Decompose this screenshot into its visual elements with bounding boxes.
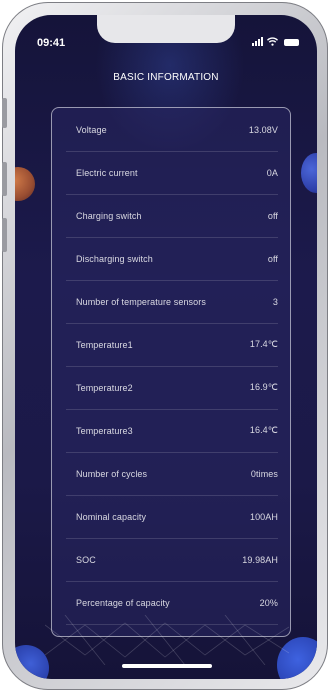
row-soc: SOC 19.98AH [52,538,290,581]
status-time: 09:41 [37,37,66,49]
row-value: 16.9℃ [249,382,278,392]
row-temperature3: Temperature3 16.4℃ [52,409,290,452]
row-label: Nominal capacity [76,511,147,522]
row-label: Charging switch [76,210,142,221]
row-value: off [267,210,278,221]
row-label: Percentage of capacity [76,597,170,608]
row-label: Temperature3 [76,425,133,436]
row-label: Temperature2 [76,382,133,393]
row-label: Temperature1 [76,339,133,350]
row-nominal-capacity: Nominal capacity 100AH [52,495,290,538]
row-voltage: Voltage 13.08V [52,108,290,151]
wifi-icon [267,37,278,46]
volume-up-button [2,162,7,196]
row-charging-switch: Charging switch off [52,194,290,237]
screen: 09:41 BASIC INFORMATION Voltage 13.08V E… [15,15,317,679]
row-label: Number of cycles [76,468,148,479]
row-value: 0A [266,167,278,178]
row-value: 16.4℃ [249,425,278,435]
row-value: off [267,253,278,264]
row-label: Voltage [76,124,107,135]
row-temperature-sensors: Number of temperature sensors 3 [52,280,290,323]
phone-frame: 09:41 BASIC INFORMATION Voltage 13.08V E… [2,2,328,690]
row-value: 20% [259,597,278,608]
row-temperature2: Temperature2 16.9℃ [52,366,290,409]
decor-orb-right [301,153,317,193]
signal-icon [252,37,263,46]
volume-down-button [2,218,7,252]
decor-orb-left [15,167,35,201]
row-cycles: Number of cycles 0times [52,452,290,495]
row-value: 100AH [249,511,278,522]
row-label: SOC [76,554,96,565]
row-label: Discharging switch [76,253,153,264]
row-value: 17.4℃ [249,339,278,349]
notch [97,15,235,43]
decor-orb-bottom-left [15,645,49,679]
row-value: 19.98AH [242,554,278,565]
row-label: Number of temperature sensors [76,296,206,307]
row-electric-current: Electric current 0A [52,151,290,194]
row-value: 13.08V [248,124,278,135]
home-indicator[interactable] [122,664,212,668]
decor-mesh [45,615,289,665]
row-temperature1: Temperature1 17.4℃ [52,323,290,366]
page-title: BASIC INFORMATION [113,72,219,83]
info-card: Voltage 13.08V Electric current 0A Charg… [51,107,291,637]
mute-switch [2,98,7,128]
row-label: Electric current [76,167,138,178]
battery-icon [284,39,299,46]
status-icons [252,37,299,46]
row-discharging-switch: Discharging switch off [52,237,290,280]
row-value: 3 [272,296,278,307]
row-value: 0times [250,468,278,479]
